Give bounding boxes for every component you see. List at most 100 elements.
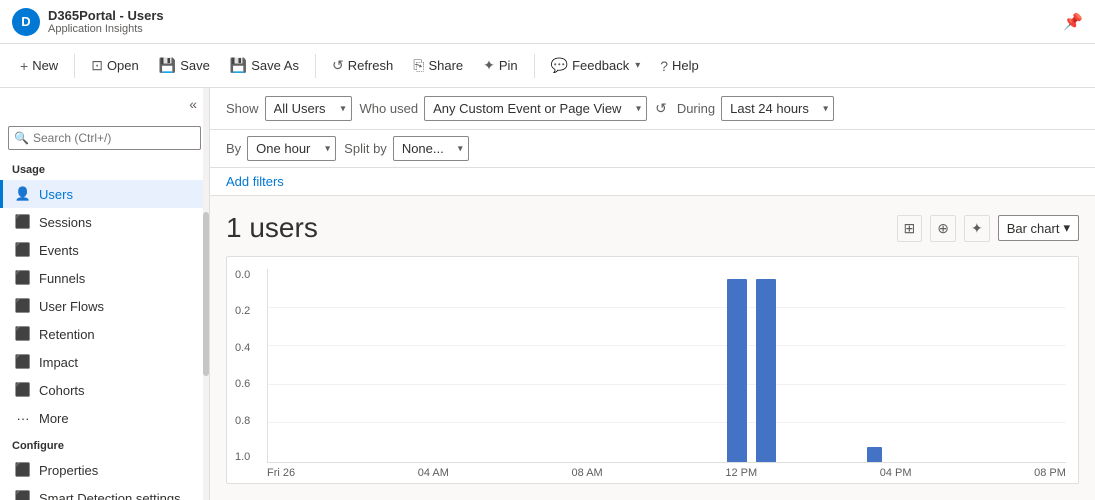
save-button[interactable]: 💾 Save — [151, 51, 218, 80]
who-used-filter-group: Who used Any Custom Event or Page View ↺ — [360, 96, 669, 121]
chart-area: 1 users ⊞ ⊕ ✦ Bar chart ▾ 1.0 0.8 0 — [210, 196, 1095, 500]
show-select[interactable]: All Users — [265, 96, 352, 121]
sidebar-item-funnels[interactable]: ⬛ Funnels — [0, 264, 209, 292]
y-label-2: 0.6 — [235, 378, 259, 390]
save-as-icon: 💾 — [230, 57, 247, 74]
sidebar-item-more[interactable]: ··· More — [0, 404, 209, 432]
more-icon: ··· — [15, 410, 31, 426]
users-icon: 👤 — [15, 186, 31, 202]
refresh-icon: ↺ — [332, 57, 344, 74]
split-by-filter-group: Split by None... — [344, 136, 469, 161]
show-select-wrap: All Users — [265, 96, 352, 121]
chart-plot: Fri 26 04 AM 08 AM 12 PM 04 PM 08 PM — [267, 269, 1066, 483]
sidebar-item-retention-label: Retention — [39, 327, 95, 342]
split-by-select[interactable]: None... — [393, 136, 469, 161]
y-label-0: 1.0 — [235, 451, 259, 463]
y-label-5: 0.0 — [235, 269, 259, 281]
help-button[interactable]: ? Help — [652, 52, 707, 80]
pin-button[interactable]: ✦ Pin — [475, 51, 526, 80]
sidebar-item-user-flows[interactable]: ⬛ User Flows — [0, 292, 209, 320]
search-input[interactable] — [8, 126, 201, 150]
funnels-icon: ⬛ — [15, 270, 31, 286]
sidebar-item-users-label: Users — [39, 187, 73, 202]
window-title: D365Portal - Users — [48, 8, 164, 23]
share-button[interactable]: ⎘ Share — [405, 51, 471, 80]
users-count: 1 users — [226, 212, 318, 244]
chart-type-chevron-icon: ▾ — [1063, 220, 1070, 236]
separator — [74, 54, 75, 78]
during-label: During — [677, 101, 715, 116]
pin-chart-button[interactable]: ✦ — [964, 215, 990, 242]
who-used-select-wrap: Any Custom Event or Page View — [424, 96, 647, 121]
sidebar-collapse: « — [0, 88, 209, 120]
sidebar-item-funnels-label: Funnels — [39, 271, 85, 286]
sidebar-scrollbar[interactable] — [203, 88, 209, 500]
sidebar-item-sessions[interactable]: ⬛ Sessions — [0, 208, 209, 236]
separator3 — [534, 54, 535, 78]
sidebar-item-smart-detection[interactable]: ⬛ Smart Detection settings — [0, 484, 209, 500]
during-select-wrap: Last 24 hours — [721, 96, 834, 121]
grid-line-80 — [268, 307, 1066, 308]
feedback-chevron-icon: ▾ — [635, 60, 640, 71]
pin-cmd-icon: ✦ — [483, 57, 495, 74]
add-filters-link[interactable]: Add filters — [226, 174, 284, 189]
refresh-button[interactable]: ↺ Refresh — [324, 51, 401, 80]
by-filter-group: By One hour — [226, 136, 336, 161]
show-label: Show — [226, 101, 259, 116]
smart-detection-icon: ⬛ — [15, 490, 31, 500]
usage-section-header: Usage — [0, 156, 209, 180]
bar-2 — [756, 279, 776, 462]
sidebar-item-impact[interactable]: ⬛ Impact — [0, 348, 209, 376]
chart-inner: 1.0 0.8 0.6 0.4 0.2 0.0 — [227, 269, 1066, 483]
bar-3 — [867, 447, 883, 462]
grid-line-60 — [268, 345, 1066, 346]
help-icon: ? — [660, 58, 668, 74]
command-bar: + New ⊡ Open 💾 Save 💾 Save As ↺ Refresh … — [0, 44, 1095, 88]
userflows-icon: ⬛ — [15, 298, 31, 314]
save-icon: 💾 — [159, 57, 176, 74]
y-axis: 1.0 0.8 0.6 0.4 0.2 0.0 — [227, 269, 267, 483]
during-select[interactable]: Last 24 hours — [721, 96, 834, 121]
sidebar-item-userflows-label: User Flows — [39, 299, 104, 314]
impact-icon: ⬛ — [15, 354, 31, 370]
events-icon: ⬛ — [15, 242, 31, 258]
sidebar-item-sessions-label: Sessions — [39, 215, 92, 230]
y-label-1: 0.8 — [235, 415, 259, 427]
who-used-label: Who used — [360, 101, 419, 116]
bar-1 — [727, 279, 747, 462]
x-label-3: 12 PM — [725, 467, 757, 479]
collapse-button[interactable]: « — [185, 92, 201, 116]
sidebar-item-cohorts[interactable]: ⬛ Cohorts — [0, 376, 209, 404]
add-chart-button[interactable]: ⊕ — [930, 215, 956, 242]
x-label-4: 04 PM — [880, 467, 912, 479]
by-select[interactable]: One hour — [247, 136, 336, 161]
feedback-button[interactable]: 💬 Feedback ▾ — [543, 51, 649, 80]
split-by-label: Split by — [344, 141, 387, 156]
x-label-2: 08 AM — [572, 467, 603, 479]
by-label: By — [226, 141, 241, 156]
chart-type-button[interactable]: Bar chart ▾ — [998, 215, 1079, 241]
x-label-0: Fri 26 — [267, 467, 295, 479]
who-used-refresh-icon[interactable]: ↺ — [653, 98, 669, 119]
who-used-select[interactable]: Any Custom Event or Page View — [424, 96, 647, 121]
sidebar-item-properties[interactable]: ⬛ Properties — [0, 456, 209, 484]
new-button[interactable]: + New — [12, 52, 66, 80]
sidebar-item-cohorts-label: Cohorts — [39, 383, 85, 398]
cohorts-icon: ⬛ — [15, 382, 31, 398]
sidebar-item-retention[interactable]: ⬛ Retention — [0, 320, 209, 348]
split-by-select-wrap: None... — [393, 136, 469, 161]
y-label-3: 0.4 — [235, 342, 259, 354]
sidebar-item-smart-label: Smart Detection settings — [39, 491, 181, 500]
new-icon: + — [20, 58, 28, 74]
sidebar-item-events[interactable]: ⬛ Events — [0, 236, 209, 264]
scrollbar-thumb[interactable] — [203, 212, 209, 377]
save-as-button[interactable]: 💾 Save As — [222, 51, 307, 80]
x-axis: Fri 26 04 AM 08 AM 12 PM 04 PM 08 PM — [267, 463, 1066, 483]
add-filters-bar: Add filters — [210, 168, 1095, 196]
share-icon: ⎘ — [413, 57, 424, 74]
pin-icon[interactable]: 📌 — [1063, 12, 1083, 32]
open-button[interactable]: ⊡ Open — [83, 51, 147, 80]
sidebar-item-properties-label: Properties — [39, 463, 98, 478]
sidebar-item-users[interactable]: 👤 Users — [0, 180, 209, 208]
grid-view-button[interactable]: ⊞ — [897, 215, 923, 242]
